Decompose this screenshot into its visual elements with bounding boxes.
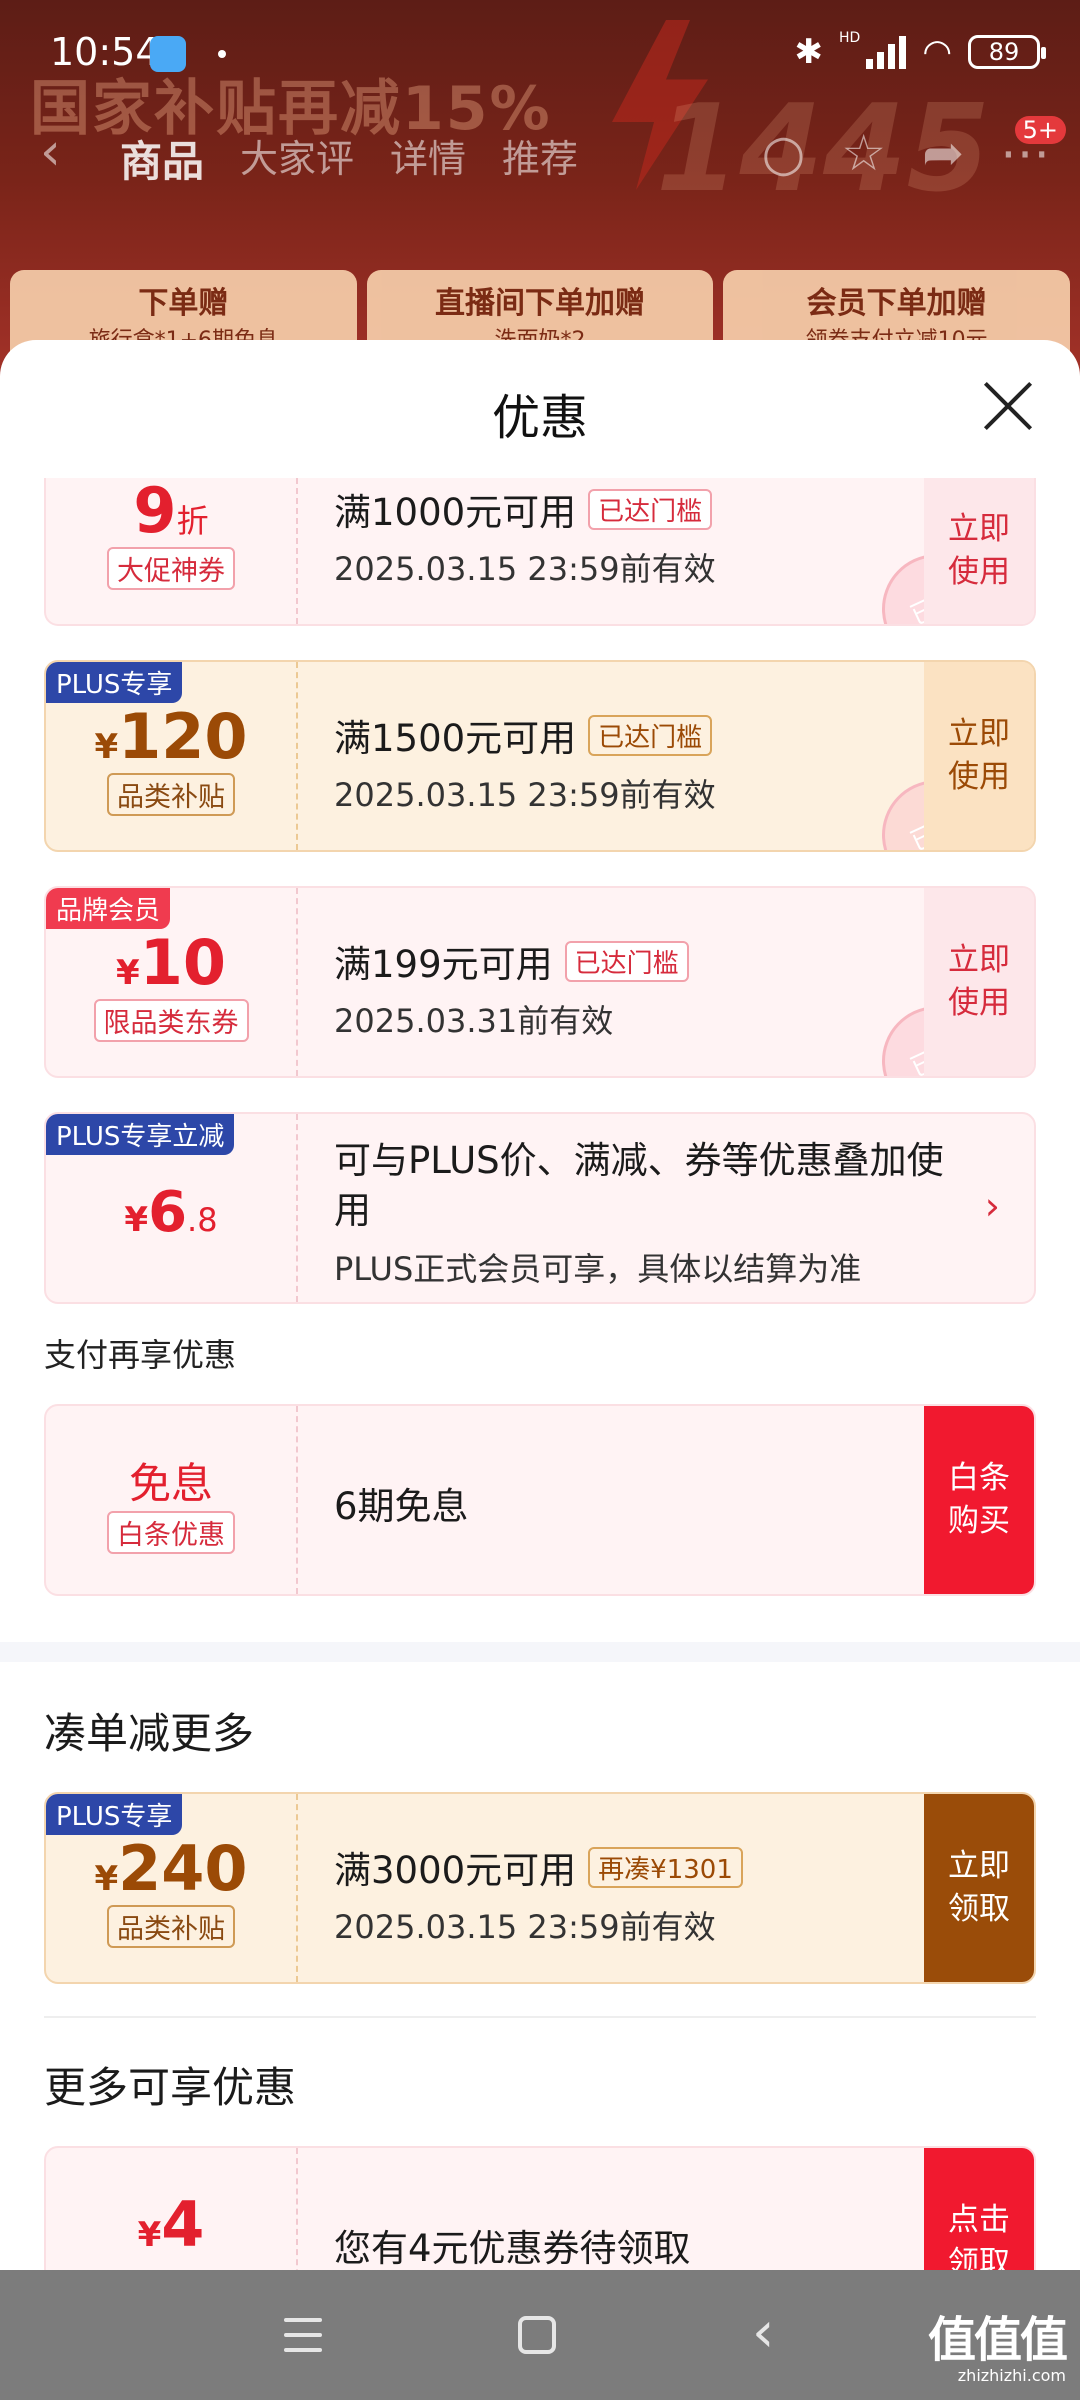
tab-details[interactable]: 详情: [390, 128, 466, 189]
tab-recommend[interactable]: 推荐: [502, 128, 578, 189]
coupon-amount: 240: [118, 1832, 248, 1905]
offer-text: 6期免息: [334, 1485, 469, 1528]
message-badge: 5+: [1014, 116, 1066, 144]
coupon-value: PLUS专享 ¥240 品类补贴: [46, 1794, 298, 1982]
offer-amount: 6: [148, 1180, 188, 1245]
gift-card-title: 会员下单加赠: [806, 286, 987, 321]
coupon-value: 品牌会员 ¥10 限品类东券: [46, 888, 298, 1076]
search-icon[interactable]: ○: [762, 124, 806, 182]
back-nav-icon[interactable]: ‹: [752, 2300, 774, 2365]
threshold-badge: 已达门槛: [588, 714, 713, 756]
coupon-type-chip: 限品类东券: [93, 999, 249, 1042]
claim-now-button[interactable]: 立即 领取: [924, 1794, 1034, 1982]
offer-value: PLUS专享立减 ¥6.8: [46, 1114, 298, 1302]
extra-section-title: 更多可享优惠: [44, 2063, 297, 2112]
coupon-validity: 2025.03.15 23:59前有效: [334, 550, 716, 588]
coupon-card: ¥4 您有4元优惠券待领取 点击 领取: [44, 2146, 1036, 2270]
coupon-condition: 满1000元可用: [334, 491, 577, 534]
coupon-condition: 满3000元可用: [334, 1849, 577, 1892]
coupon-value: 9折 大促神券: [46, 478, 298, 624]
coupon-type-chip: 大促神券: [107, 547, 235, 590]
battery-icon: 89: [968, 35, 1046, 69]
plus-offer-card[interactable]: PLUS专享立减 ¥6.8 可与PLUS价、满减、券等优惠叠加使用 PLUS正式…: [44, 1112, 1036, 1304]
threshold-badge: 已达门槛: [564, 940, 689, 982]
system-nav-bar: ‹ 值值值 zhizhizhi.com: [0, 2270, 1080, 2400]
coupon-condition: 满1500元可用: [334, 717, 577, 760]
coupon-value: ¥4: [46, 2148, 298, 2270]
chevron-right-icon: ›: [984, 1184, 1000, 1228]
sheet-title: 优惠: [491, 390, 588, 446]
home-icon[interactable]: [518, 2316, 556, 2354]
coupon-value: PLUS专享 ¥120 品类补贴: [46, 662, 298, 850]
menu-icon[interactable]: [284, 2318, 322, 2352]
coupon-type-chip: 品类补贴: [107, 773, 235, 816]
coupon-validity: 2025.03.15 23:59前有效: [334, 1908, 716, 1946]
coupon-type-chip: 品类补贴: [107, 1905, 235, 1948]
coupon-amount: 9: [133, 478, 177, 547]
coupon-amount: 4: [161, 2188, 205, 2261]
wifi-icon: ◠: [922, 32, 952, 72]
product-top-nav: ‹ 商品 大家评 详情 推荐 ○ ☆ ➦ ⋯ 5+: [0, 110, 1080, 200]
shortfall-badge: 再凑¥1301: [588, 1846, 743, 1888]
app-notification-icon: [150, 36, 186, 72]
status-bar: 10:54 ✱ HD ◠ 89: [0, 0, 1080, 110]
status-time: 10:54: [50, 30, 160, 74]
claim-coupon-button[interactable]: 点击 领取: [924, 2148, 1034, 2270]
pay-offer-card: 免息 白条优惠 6期免息 白条 购买: [44, 1404, 1036, 1596]
watermark-logo: 值值值: [927, 2312, 1068, 2368]
tab-product[interactable]: 商品: [120, 128, 204, 189]
yen-symbol: ¥: [137, 2215, 162, 2255]
offer-value: 免息 白条优惠: [46, 1406, 298, 1594]
coupon-validity: 2025.03.31前有效: [334, 1002, 614, 1040]
plus-tag: PLUS专享: [46, 662, 183, 703]
coupon-card: 品牌会员 ¥10 限品类东券 满199元可用 已达门槛 2025.03.31前有效…: [44, 886, 1036, 1078]
network-type: HD: [839, 30, 861, 46]
offers-sheet: 优惠 9折 大促神券 满1000元可用 已达门槛 2025.03.15 23:59…: [0, 340, 1080, 2270]
coupon-card: PLUS专享 ¥120 品类补贴 满1500元可用 已达门槛 2025.03.15…: [44, 660, 1036, 852]
more-section-title: 凑单减更多: [44, 1709, 255, 1758]
offer-text: 您有4元优惠券待领取: [334, 2227, 691, 2270]
yen-symbol: ¥: [94, 727, 119, 767]
pay-section-label: 支付再享优惠: [44, 1336, 237, 1374]
section-divider: [44, 2016, 1036, 2018]
offer-subtitle: PLUS正式会员可享，具体以结算为准: [334, 1250, 862, 1288]
coupon-card: 9折 大促神券 满1000元可用 已达门槛 2025.03.15 23:59前有效…: [44, 478, 1036, 626]
offer-type-chip: 白条优惠: [107, 1511, 235, 1554]
yen-symbol: ¥: [124, 1200, 149, 1240]
plus-tag: PLUS专享: [46, 1794, 183, 1835]
gift-card-title: 下单赠: [138, 286, 229, 321]
signal-icon: [866, 35, 907, 69]
baitiao-buy-button[interactable]: 白条 购买: [924, 1406, 1034, 1594]
offer-decimal: .8: [187, 1201, 218, 1239]
use-now-button[interactable]: 立即 使用: [924, 662, 1034, 850]
section-divider: [0, 1642, 1080, 1662]
bluetooth-icon: ✱: [794, 32, 824, 72]
back-icon[interactable]: ‹: [40, 122, 61, 182]
coupon-unit: 折: [176, 502, 209, 540]
offer-title: 可与PLUS价、满减、券等优惠叠加使用: [334, 1139, 944, 1232]
watermark-url: zhizhizhi.com: [957, 2366, 1066, 2385]
coupon-condition: 满199元可用: [334, 943, 553, 986]
gift-card-title: 直播间下单加赠: [435, 286, 645, 321]
brand-member-tag: 品牌会员: [46, 888, 171, 929]
share-icon[interactable]: ➦: [922, 124, 964, 182]
interest-free-label: 免息: [128, 1459, 213, 1508]
tab-reviews[interactable]: 大家评: [240, 128, 354, 189]
use-now-button[interactable]: 立即 使用: [924, 478, 1034, 624]
yen-symbol: ¥: [116, 953, 140, 993]
coupon-card: PLUS专享 ¥240 品类补贴 满3000元可用 再凑¥1301 2025.03…: [44, 1792, 1036, 1984]
use-now-button[interactable]: 立即 使用: [924, 888, 1034, 1076]
yen-symbol: ¥: [94, 1859, 119, 1899]
star-icon[interactable]: ☆: [841, 124, 886, 182]
coupon-amount: 120: [118, 700, 248, 773]
close-icon[interactable]: [982, 380, 1034, 432]
plus-tag: PLUS专享立减: [46, 1114, 235, 1155]
coupon-validity: 2025.03.15 23:59前有效: [334, 776, 716, 814]
coupon-amount: 10: [139, 926, 226, 999]
notification-dot-icon: [218, 50, 226, 58]
threshold-badge: 已达门槛: [588, 488, 713, 530]
